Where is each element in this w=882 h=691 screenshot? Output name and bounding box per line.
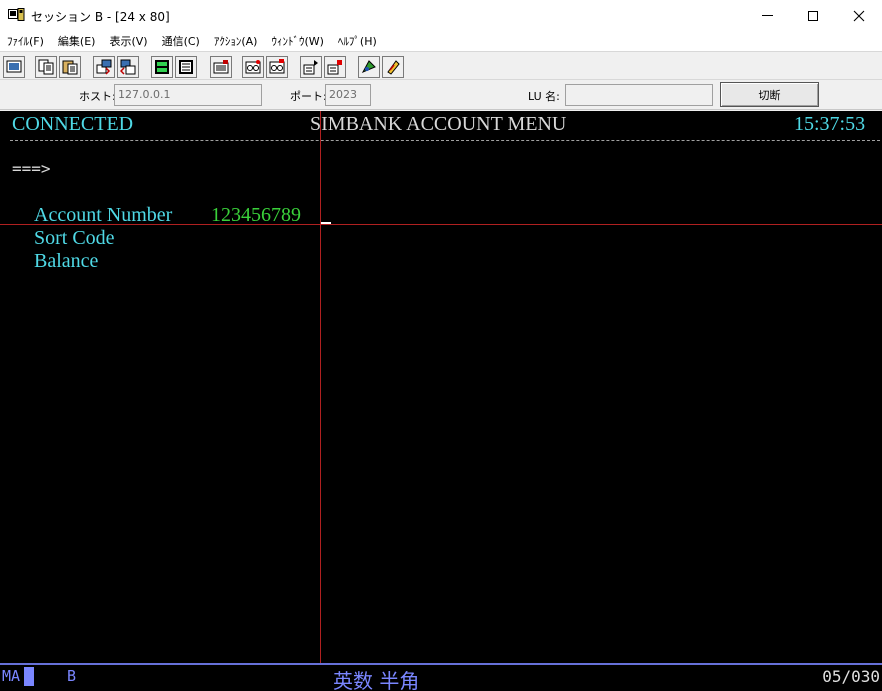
play-icon xyxy=(269,59,285,74)
status-session: B xyxy=(67,667,77,685)
record-icon xyxy=(245,60,261,74)
disconnect-button[interactable]: 切断 xyxy=(720,82,819,107)
macro-icon xyxy=(213,60,229,74)
print-screen-button[interactable] xyxy=(3,56,25,78)
title-bar: セッション B - [24 x 80] xyxy=(0,0,882,31)
keypad-button[interactable] xyxy=(151,56,173,78)
connection-status: CONNECTED xyxy=(12,113,134,135)
receive-file-button[interactable] xyxy=(117,56,139,78)
color-icon xyxy=(361,60,376,74)
status-mode: MA xyxy=(2,667,21,685)
print-screen-icon xyxy=(6,60,22,73)
terminal-screen[interactable]: CONNECTED SIMBANK ACCOUNT MENU 15:37:53 … xyxy=(0,111,882,663)
start-macro-button[interactable] xyxy=(300,56,322,78)
menu-edit[interactable]: 編集(E) xyxy=(51,33,103,49)
minimize-icon xyxy=(761,15,773,16)
app-icon[interactable] xyxy=(8,8,25,22)
menu-action[interactable]: ｱｸｼｮﾝ(A) xyxy=(207,33,265,49)
keypad-alt-button[interactable] xyxy=(175,56,197,78)
settings-button[interactable] xyxy=(382,56,404,78)
command-prompt[interactable]: ===> xyxy=(12,157,51,180)
menu-file[interactable]: ﾌｧｲﾙ(F) xyxy=(0,33,51,49)
send-file-icon xyxy=(96,59,112,75)
start-macro-icon xyxy=(303,60,318,75)
crosshair-vertical xyxy=(320,111,321,663)
status-line: MA B 英数 半角 05/030 xyxy=(0,663,882,691)
paste-icon xyxy=(62,60,78,75)
send-file-button[interactable] xyxy=(93,56,115,78)
menu-communication[interactable]: 通信(C) xyxy=(155,33,207,49)
menu-view[interactable]: 表示(V) xyxy=(102,33,154,49)
paste-button[interactable] xyxy=(59,56,81,78)
text-cursor xyxy=(321,222,331,224)
menu-help[interactable]: ﾍﾙﾌﾟ(H) xyxy=(331,33,384,49)
divider-line xyxy=(10,140,880,144)
maximize-button[interactable] xyxy=(790,0,836,31)
status-cursor-block xyxy=(24,667,34,686)
macro-button[interactable] xyxy=(210,56,232,78)
close-icon xyxy=(853,10,865,21)
settings-icon xyxy=(387,60,400,75)
record-button[interactable] xyxy=(242,56,264,78)
toolbar xyxy=(0,51,882,80)
keypad-icon xyxy=(155,60,169,74)
crosshair-horizontal xyxy=(0,224,882,225)
play-button[interactable] xyxy=(266,56,288,78)
stop-macro-button[interactable] xyxy=(324,56,346,78)
copy-button[interactable] xyxy=(35,56,57,78)
host-field[interactable]: 127.0.0.1 xyxy=(114,84,262,106)
terminal-time: 15:37:53 xyxy=(794,113,866,135)
lu-field[interactable] xyxy=(565,84,713,106)
sort-code-label: Sort Code xyxy=(34,227,115,249)
connection-bar: ホスト: 127.0.0.1 ポート: 2023 LU 名: 切断 xyxy=(0,80,882,110)
status-cursor-position: 05/030 xyxy=(822,667,880,686)
menu-bar: ﾌｧｲﾙ(F) 編集(E) 表示(V) 通信(C) ｱｸｼｮﾝ(A) ｳｨﾝﾄﾞ… xyxy=(0,31,882,51)
screen-title: SIMBANK ACCOUNT MENU xyxy=(310,113,567,135)
color-button[interactable] xyxy=(358,56,380,78)
window-title: セッション B - [24 x 80] xyxy=(31,10,170,24)
status-ime: 英数 半角 xyxy=(333,669,420,691)
stop-macro-icon xyxy=(327,60,342,75)
minimize-button[interactable] xyxy=(744,0,790,31)
maximize-icon xyxy=(808,10,818,21)
close-button[interactable] xyxy=(836,0,882,31)
lu-label: LU 名: xyxy=(528,90,560,103)
copy-icon xyxy=(38,59,54,75)
port-label: ポート: xyxy=(290,90,327,103)
balance-label: Balance xyxy=(34,250,99,272)
keypad-alt-icon xyxy=(179,60,193,74)
host-label: ホスト: xyxy=(79,90,116,103)
receive-file-icon xyxy=(120,59,136,75)
menu-window[interactable]: ｳｨﾝﾄﾞｳ(W) xyxy=(264,33,330,49)
port-field[interactable]: 2023 xyxy=(325,84,371,106)
